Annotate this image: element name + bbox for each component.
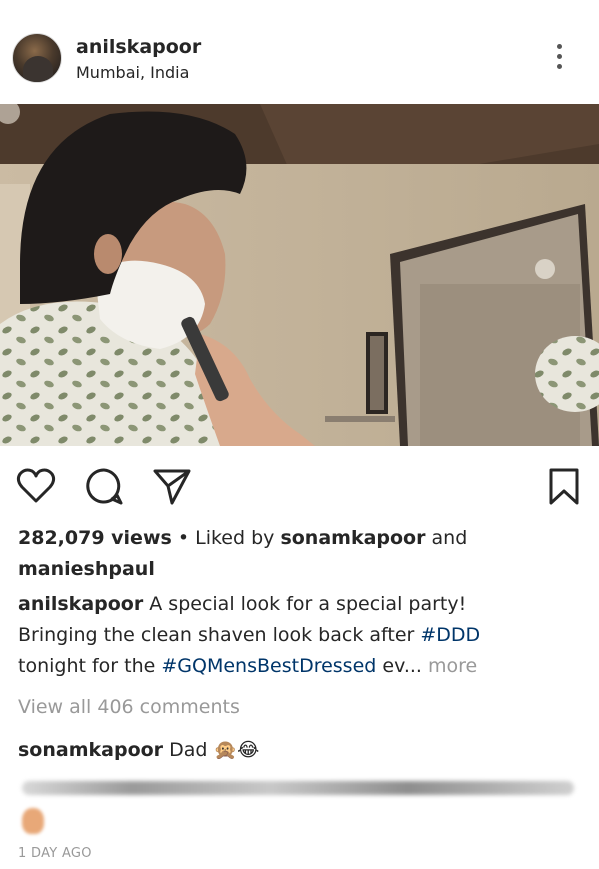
post-header: anilskapoor Mumbai, India [0, 0, 599, 104]
caption-text-3: tonight for the [18, 655, 162, 677]
blurred-emoji [22, 808, 44, 834]
heart-icon[interactable] [16, 466, 56, 506]
post-timestamp: 1 DAY AGO [18, 846, 92, 861]
comment-username[interactable]: sonamkapoor [18, 739, 163, 761]
likes-line: 282,079 views • Liked by sonamkapoor and [18, 523, 467, 554]
likes-line-2: manieshpaul [18, 554, 155, 585]
caption-line-1: anilskapoor A special look for a special… [18, 589, 466, 620]
vertical-ellipsis-icon[interactable] [548, 44, 570, 74]
photo-scene [0, 104, 599, 446]
liked-by-user-2[interactable]: manieshpaul [18, 558, 155, 580]
caption-username[interactable]: anilskapoor [18, 593, 143, 615]
liked-by-and: and [425, 527, 468, 549]
view-all-comments-link[interactable]: View all 406 comments [18, 692, 240, 723]
caption-truncated: ev... [376, 655, 422, 677]
post-photo[interactable] [0, 104, 599, 446]
comment-row: sonamkapoor Dad 🙊😂 [18, 735, 259, 766]
hashtag-ddd[interactable]: #DDD [420, 624, 480, 646]
comment-text: Dad 🙊😂 [163, 739, 260, 761]
caption-text-2: Bringing the clean shaven look back afte… [18, 624, 421, 646]
more-link[interactable]: more [422, 655, 477, 677]
bookmark-icon[interactable] [544, 466, 584, 506]
avatar[interactable] [12, 33, 62, 83]
caption-line-3: tonight for the #GQMensBestDressed ev...… [18, 651, 477, 682]
caption-text-1: A special look for a special party! [143, 593, 467, 615]
hashtag-gq[interactable]: #GQMensBestDressed [161, 655, 376, 677]
paper-plane-icon[interactable] [152, 466, 192, 506]
comment-bubble-icon[interactable] [84, 466, 124, 506]
action-bar [0, 458, 599, 508]
views-count[interactable]: 282,079 views [18, 527, 172, 549]
post-username[interactable]: anilskapoor [76, 36, 201, 58]
caption-line-2: Bringing the clean shaven look back afte… [18, 620, 480, 651]
blurred-comment [22, 781, 574, 795]
separator-dot: • [171, 527, 196, 549]
post-location[interactable]: Mumbai, India [76, 63, 189, 82]
liked-by-user[interactable]: sonamkapoor [280, 527, 425, 549]
liked-by-prefix: Liked by [195, 527, 281, 549]
